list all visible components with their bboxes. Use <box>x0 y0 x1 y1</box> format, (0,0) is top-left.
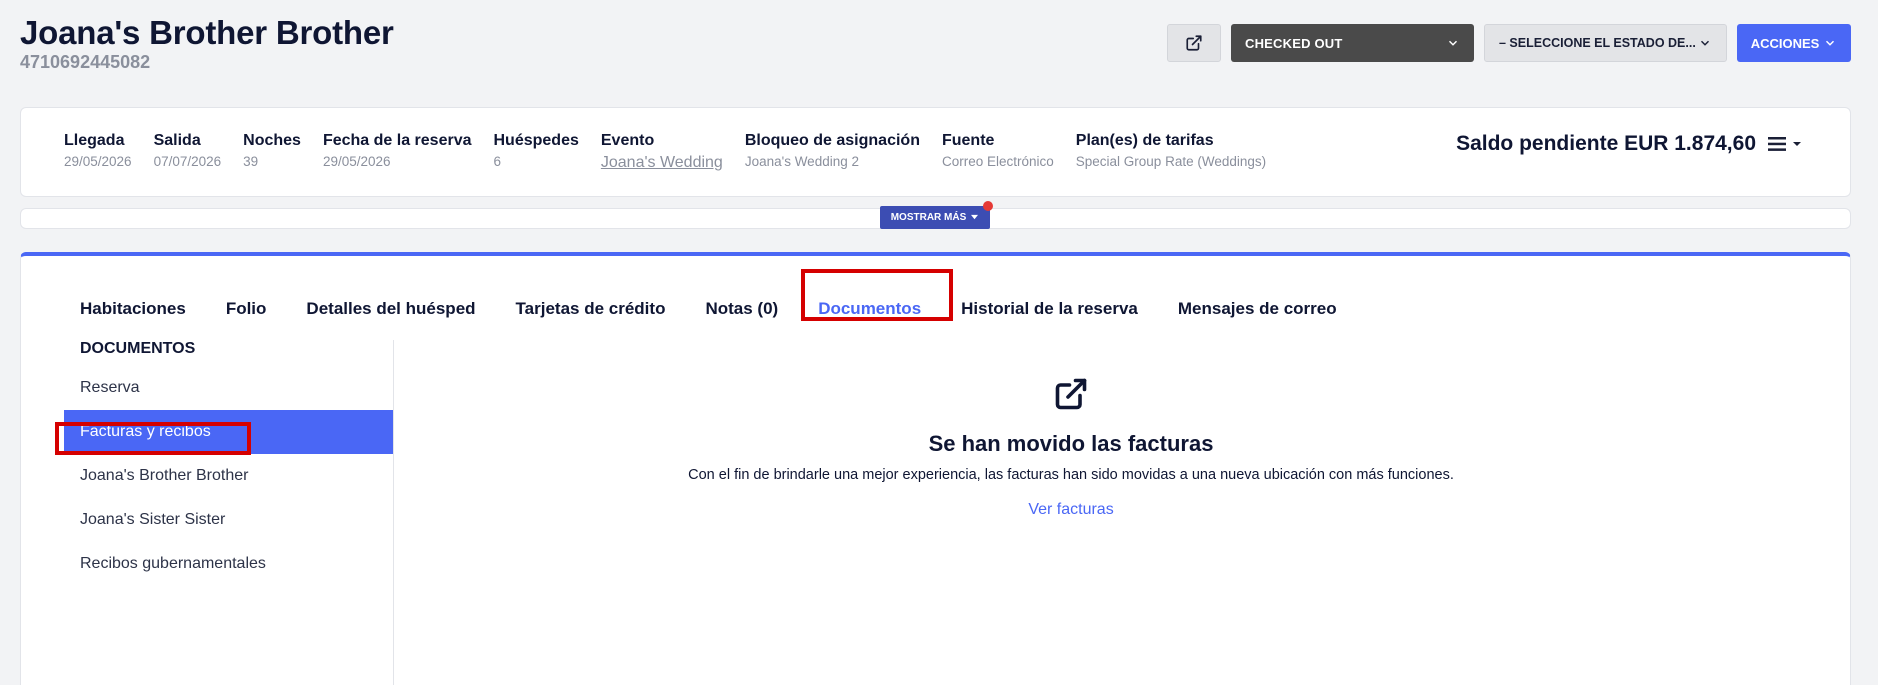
tab-reservation-history[interactable]: Historial de la reserva <box>941 286 1158 332</box>
field-nights: Noches 39 <box>243 132 301 172</box>
highlight-box-invoices-item <box>55 422 251 455</box>
state-select-label: – SELECCIONE EL ESTADO DE... <box>1499 36 1696 50</box>
field-allocation-block: Bloqueo de asignación Joana's Wedding 2 <box>745 132 920 172</box>
caret-down-icon <box>1793 142 1801 146</box>
sidebar-item-government-receipts[interactable]: Recibos gubernamentales <box>64 542 393 586</box>
balance-text: Saldo pendiente EUR 1.874,60 <box>1456 132 1756 155</box>
field-arrival: Llegada 29/05/2026 <box>64 132 132 172</box>
chevron-down-icon <box>1700 40 1710 46</box>
sidebar-item-guest-brother[interactable]: Joana's Brother Brother <box>64 454 393 498</box>
field-booking-date: Fecha de la reserva 29/05/2026 <box>323 132 472 172</box>
actions-label: ACCIONES <box>1750 35 1820 51</box>
show-more-button[interactable]: MOSTRAR MÁS <box>880 206 990 229</box>
external-link-icon <box>1186 35 1202 51</box>
field-value: 07/07/2026 <box>153 154 222 169</box>
caret-down-icon <box>971 214 979 220</box>
field-value: Special Group Rate (Weddings) <box>1075 154 1267 169</box>
field-value: Joana's Wedding 2 <box>744 154 859 169</box>
field-value: Correo Electrónico <box>941 154 1054 169</box>
documents-sidebar: DOCUMENTOS Reserva Facturas y recibos Jo… <box>64 340 394 685</box>
field-label: Noches <box>243 132 301 149</box>
field-event: Evento Joana's Wedding <box>601 132 723 172</box>
external-link-icon <box>1055 378 1087 410</box>
field-label: Fecha de la reserva <box>322 132 472 149</box>
status-dropdown[interactable]: CHECKED OUT <box>1231 24 1474 62</box>
highlight-box-documents-tab <box>801 269 953 321</box>
field-label: Llegada <box>64 132 125 149</box>
tab-notes[interactable]: Notas (0) <box>685 286 798 332</box>
state-select-dropdown[interactable]: – SELECCIONE EL ESTADO DE... <box>1484 24 1727 62</box>
reservation-number: 4710692445082 <box>20 52 151 72</box>
sidebar-title: DOCUMENTOS <box>80 340 196 357</box>
tab-folio[interactable]: Folio <box>206 286 287 332</box>
field-label: Evento <box>600 132 655 149</box>
status-label: CHECKED OUT <box>1245 35 1343 51</box>
field-departure: Salida 07/07/2026 <box>154 132 222 172</box>
field-value: 39 <box>243 154 259 169</box>
field-rate-plans: Plan(es) de tarifas Special Group Rate (… <box>1076 132 1266 172</box>
notification-dot <box>983 201 993 211</box>
show-more-label: MOSTRAR MÁS <box>890 212 967 223</box>
summary-fields: Llegada 29/05/2026 Salida 07/07/2026 Noc… <box>64 132 1288 172</box>
hamburger-icon <box>1768 137 1786 151</box>
tab-credit-cards[interactable]: Tarjetas de crédito <box>496 286 686 332</box>
field-label: Bloqueo de asignación <box>744 132 920 149</box>
chevron-down-icon <box>1826 40 1835 46</box>
reservation-header: Joana's Brother Brother 4710692445082 <box>20 14 394 73</box>
notice-title: Se han movido las facturas <box>928 431 1214 456</box>
field-label: Plan(es) de tarifas <box>1075 132 1214 149</box>
tab-bar: Habitaciones Folio Detalles del huésped … <box>80 286 1357 332</box>
open-external-button[interactable] <box>1167 24 1221 62</box>
tab-rooms[interactable]: Habitaciones <box>80 286 206 332</box>
balance-due: Saldo pendiente EUR 1.874,60 <box>1456 132 1802 156</box>
field-label: Fuente <box>941 132 995 149</box>
view-invoices-link[interactable]: Ver facturas <box>1028 501 1113 519</box>
invoices-moved-notice: Se han movido las facturas Con el fin de… <box>394 376 1748 519</box>
sidebar-item-guest-sister[interactable]: Joana's Sister Sister <box>64 498 393 542</box>
field-guests: Huéspedes 6 <box>494 132 579 172</box>
sidebar-item-reservation[interactable]: Reserva <box>64 366 393 410</box>
chevron-down-icon <box>1448 40 1458 46</box>
field-label: Huéspedes <box>493 132 579 149</box>
tab-email-messages[interactable]: Mensajes de correo <box>1158 286 1357 332</box>
balance-menu-button[interactable] <box>1768 136 1802 152</box>
top-actions: CHECKED OUT – SELECCIONE EL ESTADO DE...… <box>1167 24 1851 62</box>
notice-description: Con el fin de brindarle una mejor experi… <box>688 467 1454 483</box>
tab-guest-details[interactable]: Detalles del huésped <box>286 286 495 332</box>
field-source: Fuente Correo Electrónico <box>942 132 1054 172</box>
field-value: 29/05/2026 <box>322 154 391 169</box>
field-value: 29/05/2026 <box>64 154 132 169</box>
field-label: Salida <box>153 132 201 149</box>
guest-name: Joana's Brother Brother <box>20 14 394 51</box>
actions-button[interactable]: ACCIONES <box>1737 24 1851 62</box>
reservation-summary: Llegada 29/05/2026 Salida 07/07/2026 Noc… <box>20 107 1851 197</box>
event-link[interactable]: Joana's Wedding <box>601 154 723 172</box>
field-value: 6 <box>493 154 502 169</box>
